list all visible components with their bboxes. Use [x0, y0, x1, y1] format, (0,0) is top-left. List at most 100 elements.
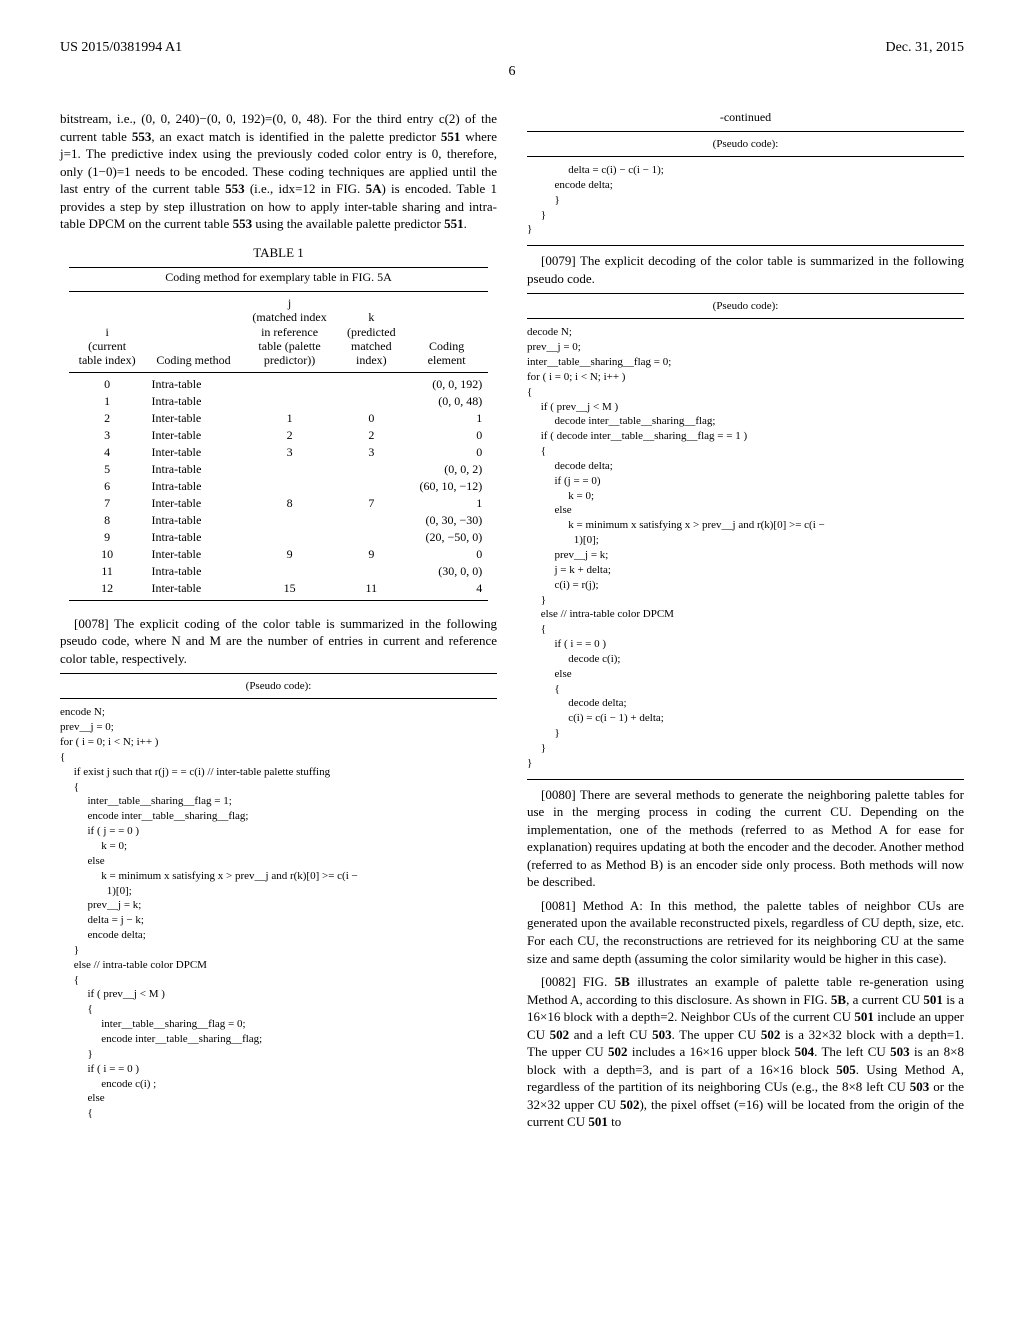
- table-header: k(predictedmatchedindex): [338, 291, 405, 372]
- table-cell: Inter-table: [145, 580, 241, 601]
- paragraph: bitstream, i.e., (0, 0, 240)−(0, 0, 192)…: [60, 110, 497, 233]
- code-rule: [527, 156, 964, 157]
- continued-label: -continued: [527, 110, 964, 125]
- table-cell: Inter-table: [145, 546, 241, 563]
- code-rule: [527, 318, 964, 319]
- table-cell: (60, 10, −12): [405, 478, 488, 495]
- table-cell: Intra-table: [145, 529, 241, 546]
- table-cell: [242, 478, 338, 495]
- code-rule: [527, 293, 964, 294]
- table-cell: [338, 512, 405, 529]
- table-cell: Inter-table: [145, 427, 241, 444]
- content-columns: bitstream, i.e., (0, 0, 240)−(0, 0, 192)…: [60, 110, 964, 1137]
- page-header: US 2015/0381994 A1 Dec. 31, 2015: [60, 40, 964, 56]
- table-header: j(matched indexin referencetable (palett…: [242, 291, 338, 372]
- table-cell: [242, 529, 338, 546]
- code-rule: [527, 245, 964, 246]
- table-cell: 11: [338, 580, 405, 601]
- table-header: Coding method: [145, 291, 241, 372]
- table-row: 0Intra-table (0, 0, 192): [69, 372, 489, 393]
- pseudo-code-encode-continued: delta = c(i) − c(i − 1); encode delta; }…: [527, 163, 964, 237]
- table-row: 6Intra-table(60, 10, −12): [69, 478, 489, 495]
- table-row: 8Intra-table (0, 30, −30): [69, 512, 489, 529]
- table-cell: 1: [242, 410, 338, 427]
- left-column: bitstream, i.e., (0, 0, 240)−(0, 0, 192)…: [60, 110, 497, 1137]
- table-row: 5Intra-table(0, 0, 2): [69, 461, 489, 478]
- table-cell: (0, 30, −30): [405, 512, 488, 529]
- paragraph-0078: [0078] The explicit coding of the color …: [60, 615, 497, 668]
- table-cell: 12: [69, 580, 146, 601]
- table-cell: [242, 512, 338, 529]
- table-1: i(currenttable index)Coding methodj(matc…: [69, 291, 489, 601]
- table-cell: 0: [405, 546, 488, 563]
- table-cell: 0: [405, 444, 488, 461]
- table-cell: 7: [338, 495, 405, 512]
- paragraph-0080: [0080] There are several methods to gene…: [527, 786, 964, 891]
- pseudo-code-label: (Pseudo code):: [60, 680, 497, 692]
- table-cell: 4: [69, 444, 146, 461]
- table-cell: Inter-table: [145, 410, 241, 427]
- table-row: 3Inter-table220: [69, 427, 489, 444]
- table-cell: 3: [338, 444, 405, 461]
- table-cell: Intra-table: [145, 372, 241, 393]
- table-cell: [338, 393, 405, 410]
- table-cell: 9: [242, 546, 338, 563]
- table-cell: [242, 393, 338, 410]
- table-cell: (20, −50, 0): [405, 529, 488, 546]
- table-cell: 2: [69, 410, 146, 427]
- table-row: 7Inter-table871: [69, 495, 489, 512]
- table-row: 1Intra-table (0, 0, 48): [69, 393, 489, 410]
- table-cell: 0: [405, 427, 488, 444]
- table-cell: (0, 0, 48): [405, 393, 488, 410]
- table-cell: Intra-table: [145, 563, 241, 580]
- table-cell: [338, 478, 405, 495]
- table-row: 4Inter-table330: [69, 444, 489, 461]
- pseudo-code-label: (Pseudo code):: [527, 138, 964, 150]
- table-row: 2Inter-table101: [69, 410, 489, 427]
- table-cell: 1: [405, 410, 488, 427]
- table-cell: Inter-table: [145, 444, 241, 461]
- table-cell: 7: [69, 495, 146, 512]
- pseudo-code-label: (Pseudo code):: [527, 300, 964, 312]
- table-cell: 0: [69, 372, 146, 393]
- table-cell: 0: [338, 410, 405, 427]
- pseudo-code-encode: encode N; prev__j = 0; for ( i = 0; i < …: [60, 705, 497, 1121]
- table-cell: 15: [242, 580, 338, 601]
- table-cell: [242, 372, 338, 393]
- table-cell: 9: [338, 546, 405, 563]
- table-cell: Intra-table: [145, 512, 241, 529]
- table-cell: 8: [69, 512, 146, 529]
- table-cell: [338, 529, 405, 546]
- table-cell: 2: [242, 427, 338, 444]
- paragraph-0082: [0082] FIG. 5B illustrates an example of…: [527, 973, 964, 1131]
- table-cell: [242, 563, 338, 580]
- table-cell: 1: [405, 495, 488, 512]
- publication-date: Dec. 31, 2015: [885, 40, 964, 56]
- table-cell: [338, 563, 405, 580]
- table-cell: [338, 372, 405, 393]
- table-cell: 3: [69, 427, 146, 444]
- table-cell: Intra-table: [145, 478, 241, 495]
- pseudo-code-decode: decode N; prev__j = 0; inter__table__sha…: [527, 325, 964, 770]
- paragraph-0079: [0079] The explicit decoding of the colo…: [527, 252, 964, 287]
- table-row: 10Inter-table990: [69, 546, 489, 563]
- code-rule: [60, 698, 497, 699]
- table-cell: Intra-table: [145, 393, 241, 410]
- table-row: 12Inter-table15114: [69, 580, 489, 601]
- table-row: 11Intra-table(30, 0, 0): [69, 563, 489, 580]
- table-cell: 10: [69, 546, 146, 563]
- code-rule: [527, 779, 964, 780]
- page-number: 6: [60, 64, 964, 80]
- table-cell: 1: [69, 393, 146, 410]
- table-cell: Intra-table: [145, 461, 241, 478]
- table-cell: 11: [69, 563, 146, 580]
- table-cell: (0, 0, 192): [405, 372, 488, 393]
- table-header: i(currenttable index): [69, 291, 146, 372]
- table-caption: Coding method for exemplary table in FIG…: [60, 270, 497, 285]
- table-cell: 8: [242, 495, 338, 512]
- right-column: -continued (Pseudo code): delta = c(i) −…: [527, 110, 964, 1137]
- publication-number: US 2015/0381994 A1: [60, 40, 182, 56]
- table-title: TABLE 1: [60, 245, 497, 261]
- table-cell: 3: [242, 444, 338, 461]
- table-cell: 9: [69, 529, 146, 546]
